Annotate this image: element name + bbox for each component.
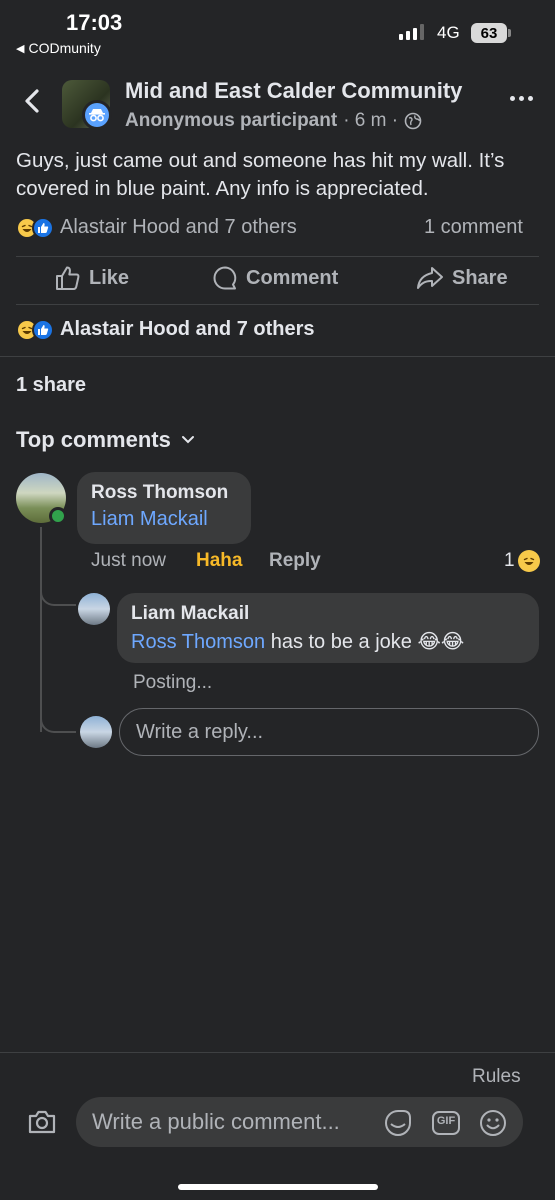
signal-strength-icon xyxy=(399,24,424,40)
comment-label: Comment xyxy=(246,266,339,289)
rules-link[interactable]: Rules xyxy=(472,1066,521,1088)
chevron-left-icon xyxy=(25,89,39,113)
public-comment-placeholder: Write a public comment... xyxy=(92,1109,340,1134)
comment-count[interactable]: 1 comment xyxy=(424,216,523,239)
post-time: · 6 m · xyxy=(343,110,399,131)
reaction-count-value: 1 xyxy=(504,550,515,571)
gif-button[interactable]: GIF xyxy=(431,1108,461,1138)
comment-author[interactable]: Ross Thomson xyxy=(91,482,237,504)
comment-bubble-icon xyxy=(213,266,237,290)
reply-text: has to be a joke 😂😂 xyxy=(265,631,465,653)
top-comments-label: Top comments xyxy=(16,427,171,452)
smiley-icon xyxy=(480,1110,506,1136)
thread-branch xyxy=(40,570,76,606)
like-button[interactable]: Like xyxy=(55,265,129,291)
posting-status: Posting... xyxy=(133,672,213,693)
current-user-avatar xyxy=(80,716,112,748)
reactions-detail-text: Alastair Hood and 7 others xyxy=(60,318,315,340)
post-meta: Anonymous participant · 6 m · xyxy=(125,110,422,132)
divider xyxy=(0,356,555,357)
author-name[interactable]: Anonymous participant xyxy=(125,110,337,132)
back-button[interactable] xyxy=(18,86,48,116)
reply-input[interactable]: Write a reply... xyxy=(119,708,539,756)
thumbs-up-icon xyxy=(56,266,80,290)
group-name[interactable]: Mid and East Calder Community xyxy=(125,78,462,104)
reactions-summary[interactable]: Alastair Hood and 7 others xyxy=(16,216,297,239)
thread-branch xyxy=(40,697,76,733)
avatar-sticker-icon xyxy=(385,1110,411,1136)
avatar-sticker-button[interactable] xyxy=(383,1108,413,1138)
network-type: 4G xyxy=(437,23,460,42)
online-status-dot xyxy=(49,507,67,525)
back-to-app-link[interactable]: ◀ CODmunity xyxy=(16,40,101,56)
comment-time: Just now xyxy=(91,550,166,571)
comment-bubble[interactable]: Ross Thomson Liam Mackail xyxy=(77,472,251,544)
divider xyxy=(16,256,539,257)
share-count[interactable]: 1 share xyxy=(16,374,86,397)
reactions-detail[interactable]: Alastair Hood and 7 others xyxy=(16,318,315,341)
haha-reaction-button[interactable]: Haha xyxy=(196,550,242,572)
anonymous-badge-icon xyxy=(82,100,112,130)
back-app-label: CODmunity xyxy=(28,40,101,56)
more-options-button[interactable] xyxy=(510,96,533,101)
reply-author[interactable]: Liam Mackail xyxy=(131,603,525,625)
home-indicator[interactable] xyxy=(178,1184,378,1190)
back-triangle-icon: ◀ xyxy=(16,42,25,55)
divider xyxy=(16,304,539,305)
camera-icon xyxy=(28,1110,56,1134)
reply-mention[interactable]: Ross Thomson xyxy=(131,631,265,653)
status-time: 17:03 xyxy=(66,10,123,35)
emoji-button[interactable] xyxy=(478,1108,508,1138)
battery-icon: 63 xyxy=(471,23,511,43)
comment-button[interactable]: Comment xyxy=(212,265,338,291)
like-label: Like xyxy=(89,266,130,289)
gif-label: GIF xyxy=(436,1115,456,1127)
like-reaction-icon xyxy=(32,318,54,341)
reply-button[interactable]: Reply xyxy=(269,550,321,572)
top-comments-sort[interactable]: Top comments xyxy=(16,427,195,453)
battery-level: 63 xyxy=(480,24,498,42)
reactions-summary-text: Alastair Hood and 7 others xyxy=(60,216,297,238)
reply-author-avatar[interactable] xyxy=(78,593,110,625)
share-label: Share xyxy=(452,266,508,289)
like-reaction-icon xyxy=(32,216,54,239)
camera-button[interactable] xyxy=(26,1106,58,1138)
comment-reaction-count[interactable]: 1 xyxy=(504,550,540,572)
reply-bubble[interactable]: Liam Mackail Ross Thomson has to be a jo… xyxy=(117,593,539,663)
share-arrow-icon xyxy=(417,267,443,289)
globe-icon xyxy=(404,112,422,130)
post-text: Guys, just came out and someone has hit … xyxy=(16,149,505,200)
share-button[interactable]: Share xyxy=(416,265,508,291)
chevron-down-icon xyxy=(181,436,194,444)
comment-mention[interactable]: Liam Mackail xyxy=(91,508,208,530)
haha-reaction-icon xyxy=(517,550,540,572)
